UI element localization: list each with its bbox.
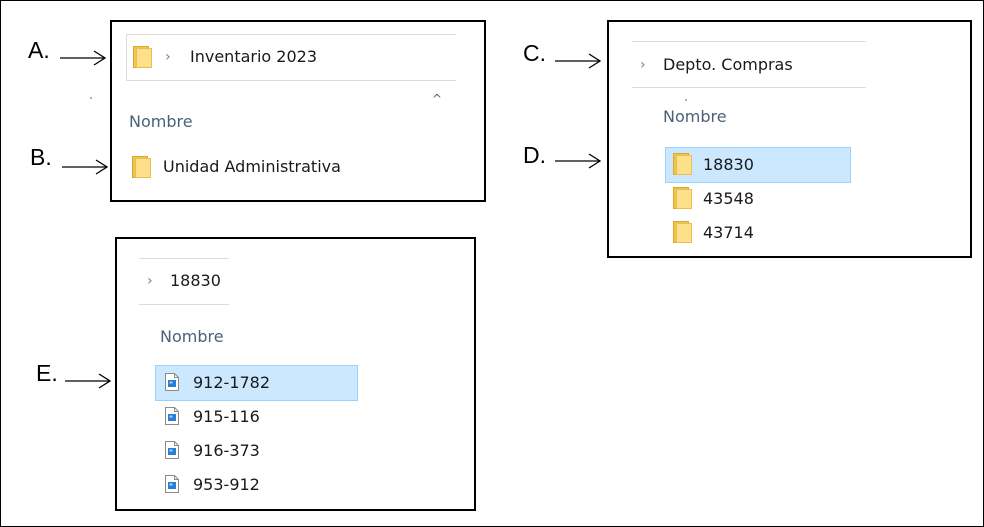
list-item-label: 18830 — [703, 155, 754, 174]
list-item[interactable]: 43548 — [669, 187, 849, 211]
list-item[interactable]: Unidad Administrativa — [130, 154, 370, 180]
folder-icon — [673, 153, 692, 175]
column-header-nombre[interactable]: Nombre — [129, 112, 193, 132]
label-c: C. — [523, 40, 546, 66]
list-item-label: 953-912 — [193, 475, 260, 494]
breadcrumb-folder[interactable]: Inventario 2023 — [190, 47, 317, 67]
breadcrumb-chevron-icon[interactable]: › — [165, 47, 171, 67]
breadcrumb-chevron-icon[interactable]: › — [147, 271, 153, 291]
breadcrumb-chevron-icon[interactable]: › — [640, 55, 646, 75]
folder-icon — [133, 46, 152, 68]
panel-address-bar: › Inventario 2023 ^ Nombre Unidad Admini… — [110, 20, 486, 202]
label-b: B. — [30, 144, 52, 170]
list-item[interactable]: 916-373 — [163, 440, 353, 462]
label-e: E. — [36, 360, 58, 386]
image-file-icon — [165, 407, 179, 425]
arrow-e-icon — [65, 373, 112, 389]
breadcrumb-folder[interactable]: Depto. Compras — [663, 55, 793, 75]
panel-subfolder-files: › 18830 Nombre 912-1782 915-116 916-373 — [115, 237, 476, 511]
arrow-a-icon — [60, 50, 107, 66]
list-item[interactable]: 18830 — [669, 153, 849, 177]
list-item[interactable]: 915-116 — [163, 406, 353, 428]
arrow-c-icon — [555, 53, 602, 69]
breadcrumb-folder[interactable]: 18830 — [170, 271, 221, 291]
image-file-icon — [165, 441, 179, 459]
column-header-nombre[interactable]: Nombre — [160, 327, 224, 347]
arrow-b-icon — [62, 159, 109, 175]
sort-caret-icon[interactable]: ^ — [432, 92, 442, 106]
list-item-label: 43548 — [703, 189, 754, 208]
decorative-dot — [90, 97, 92, 99]
folder-icon — [673, 187, 692, 209]
list-item-label: Unidad Administrativa — [163, 157, 341, 176]
decorative-dot — [685, 99, 687, 101]
address-bar[interactable]: › 18830 — [139, 259, 229, 304]
image-file-icon — [165, 373, 179, 391]
list-item-label: 43714 — [703, 223, 754, 242]
label-a: A. — [28, 37, 50, 63]
label-d: D. — [523, 142, 546, 168]
arrow-d-icon — [555, 153, 602, 169]
list-item-label: 912-1782 — [193, 373, 271, 392]
list-item-label: 915-116 — [193, 407, 260, 426]
list-item[interactable]: 43714 — [669, 221, 849, 245]
list-item[interactable]: 912-1782 — [163, 372, 353, 394]
panel-department-folder: › Depto. Compras Nombre 18830 43548 4371… — [607, 20, 972, 258]
folder-icon — [132, 156, 151, 178]
column-header-nombre[interactable]: Nombre — [663, 107, 727, 127]
address-bar[interactable]: › Depto. Compras — [632, 42, 866, 87]
list-item[interactable]: 953-912 — [163, 474, 353, 496]
address-bar[interactable]: › Inventario 2023 — [127, 35, 455, 80]
list-item-label: 916-373 — [193, 441, 260, 460]
image-file-icon — [165, 475, 179, 493]
folder-icon — [673, 221, 692, 243]
